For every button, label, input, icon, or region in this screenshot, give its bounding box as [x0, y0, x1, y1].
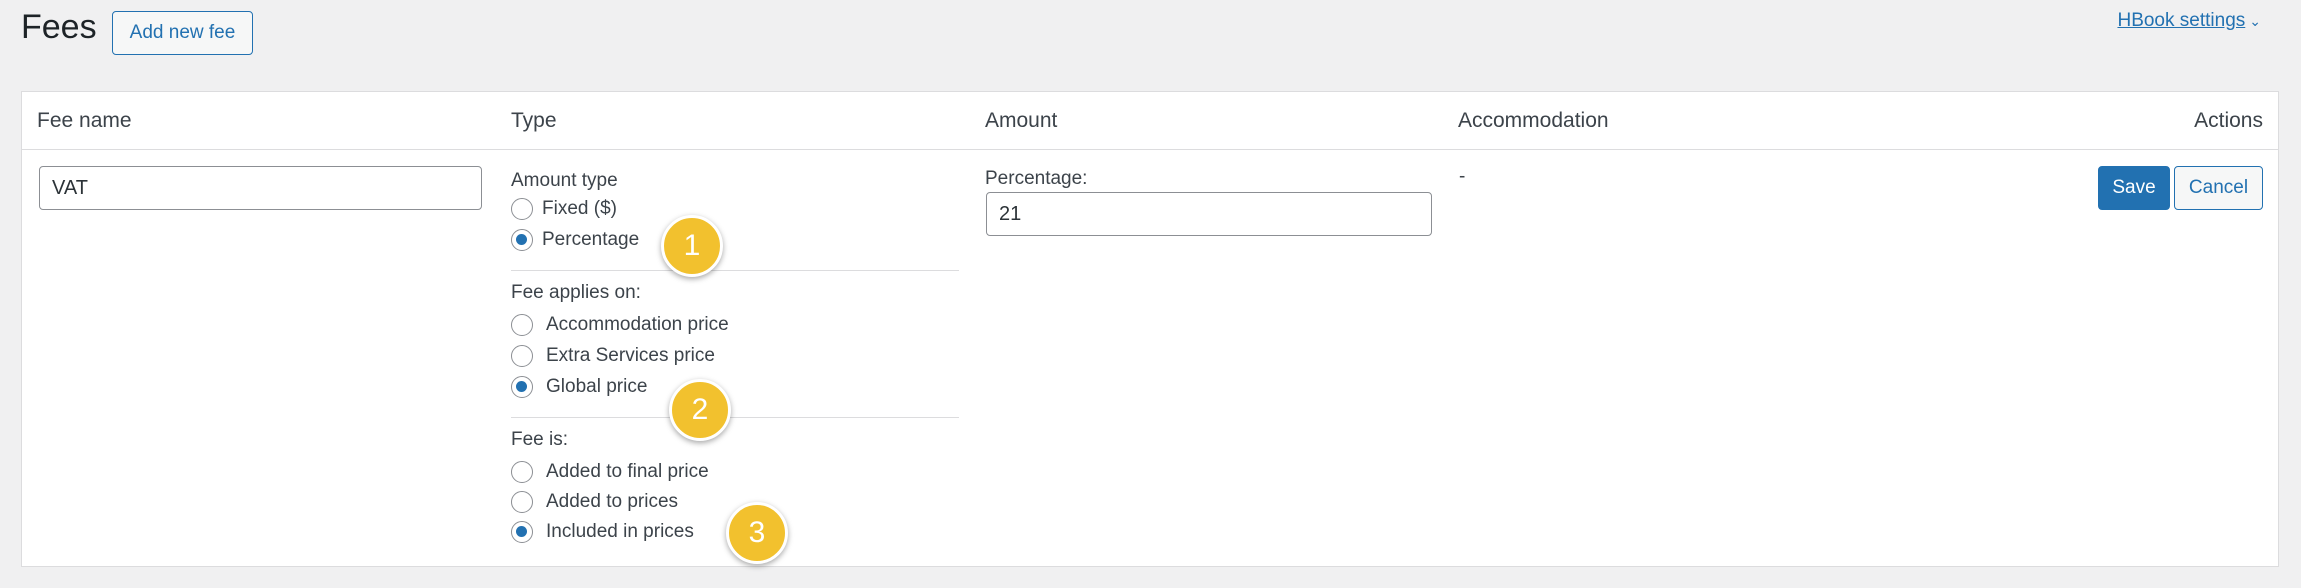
radio-included-in-prices-label: Included in prices [546, 521, 694, 542]
radio-fixed[interactable]: Fixed ($) [511, 198, 617, 220]
column-header-type: Type [511, 109, 557, 132]
radio-percentage[interactable]: Percentage [511, 229, 639, 251]
radio-added-to-prices[interactable]: Added to prices [511, 491, 678, 513]
radio-added-to-prices-label: Added to prices [546, 491, 679, 512]
radio-fixed-label: Fixed ($) [542, 198, 617, 219]
radio-global-price-control[interactable] [511, 376, 533, 398]
table-header: Fee name Type Amount Accommodation Actio… [22, 92, 2278, 150]
radio-percentage-label: Percentage [542, 229, 640, 250]
radio-added-to-prices-control[interactable] [511, 491, 533, 513]
accommodation-value: - [1459, 166, 1466, 187]
percentage-input[interactable]: 21 [986, 192, 1432, 236]
radio-percentage-control[interactable] [511, 229, 533, 251]
annotation-badge-3: 3 [726, 502, 788, 564]
radio-added-to-final-price[interactable]: Added to final price [511, 461, 709, 483]
amount-type-label: Amount type [511, 170, 618, 191]
column-header-amount: Amount [985, 109, 1058, 132]
fee-is-label: Fee is: [511, 429, 569, 450]
divider [511, 417, 959, 418]
percentage-label: Percentage: [985, 168, 1088, 189]
page-title: Fees [21, 8, 97, 46]
hbook-settings-label: HBook settings [2117, 10, 2246, 31]
radio-extra-services-price-label: Extra Services price [546, 345, 715, 366]
radio-extra-services-price-control[interactable] [511, 345, 533, 367]
add-new-fee-button[interactable]: Add new fee [112, 11, 253, 55]
column-header-fee-name: Fee name [37, 109, 132, 132]
cancel-button[interactable]: Cancel [2174, 166, 2263, 210]
radio-added-to-final-price-label: Added to final price [546, 461, 709, 482]
annotation-badge-2: 2 [669, 379, 731, 441]
radio-extra-services-price[interactable]: Extra Services price [511, 345, 715, 367]
fee-name-input[interactable]: VAT [39, 166, 482, 210]
column-header-accommodation: Accommodation [1458, 109, 1609, 132]
fee-applies-on-label: Fee applies on: [511, 282, 641, 303]
radio-added-to-final-price-control[interactable] [511, 461, 533, 483]
radio-global-price-label: Global price [546, 376, 648, 397]
radio-accommodation-price-label: Accommodation price [546, 314, 729, 335]
radio-fixed-control[interactable] [511, 198, 533, 220]
save-button[interactable]: Save [2098, 166, 2170, 210]
radio-global-price[interactable]: Global price [511, 376, 647, 398]
radio-included-in-prices-control[interactable] [511, 521, 533, 543]
annotation-badge-1: 1 [661, 215, 723, 277]
hbook-settings-link[interactable]: HBook settings ⌄ [2117, 10, 2261, 32]
chevron-down-icon: ⌄ [2249, 13, 2261, 29]
column-header-actions: Actions [2194, 109, 2263, 132]
page-header: Fees Add new fee HBook settings ⌄ [0, 0, 2301, 80]
fees-table: Fee name Type Amount Accommodation Actio… [21, 91, 2279, 567]
radio-included-in-prices[interactable]: Included in prices [511, 521, 694, 543]
radio-accommodation-price[interactable]: Accommodation price [511, 314, 729, 336]
radio-accommodation-price-control[interactable] [511, 314, 533, 336]
divider [511, 270, 959, 271]
